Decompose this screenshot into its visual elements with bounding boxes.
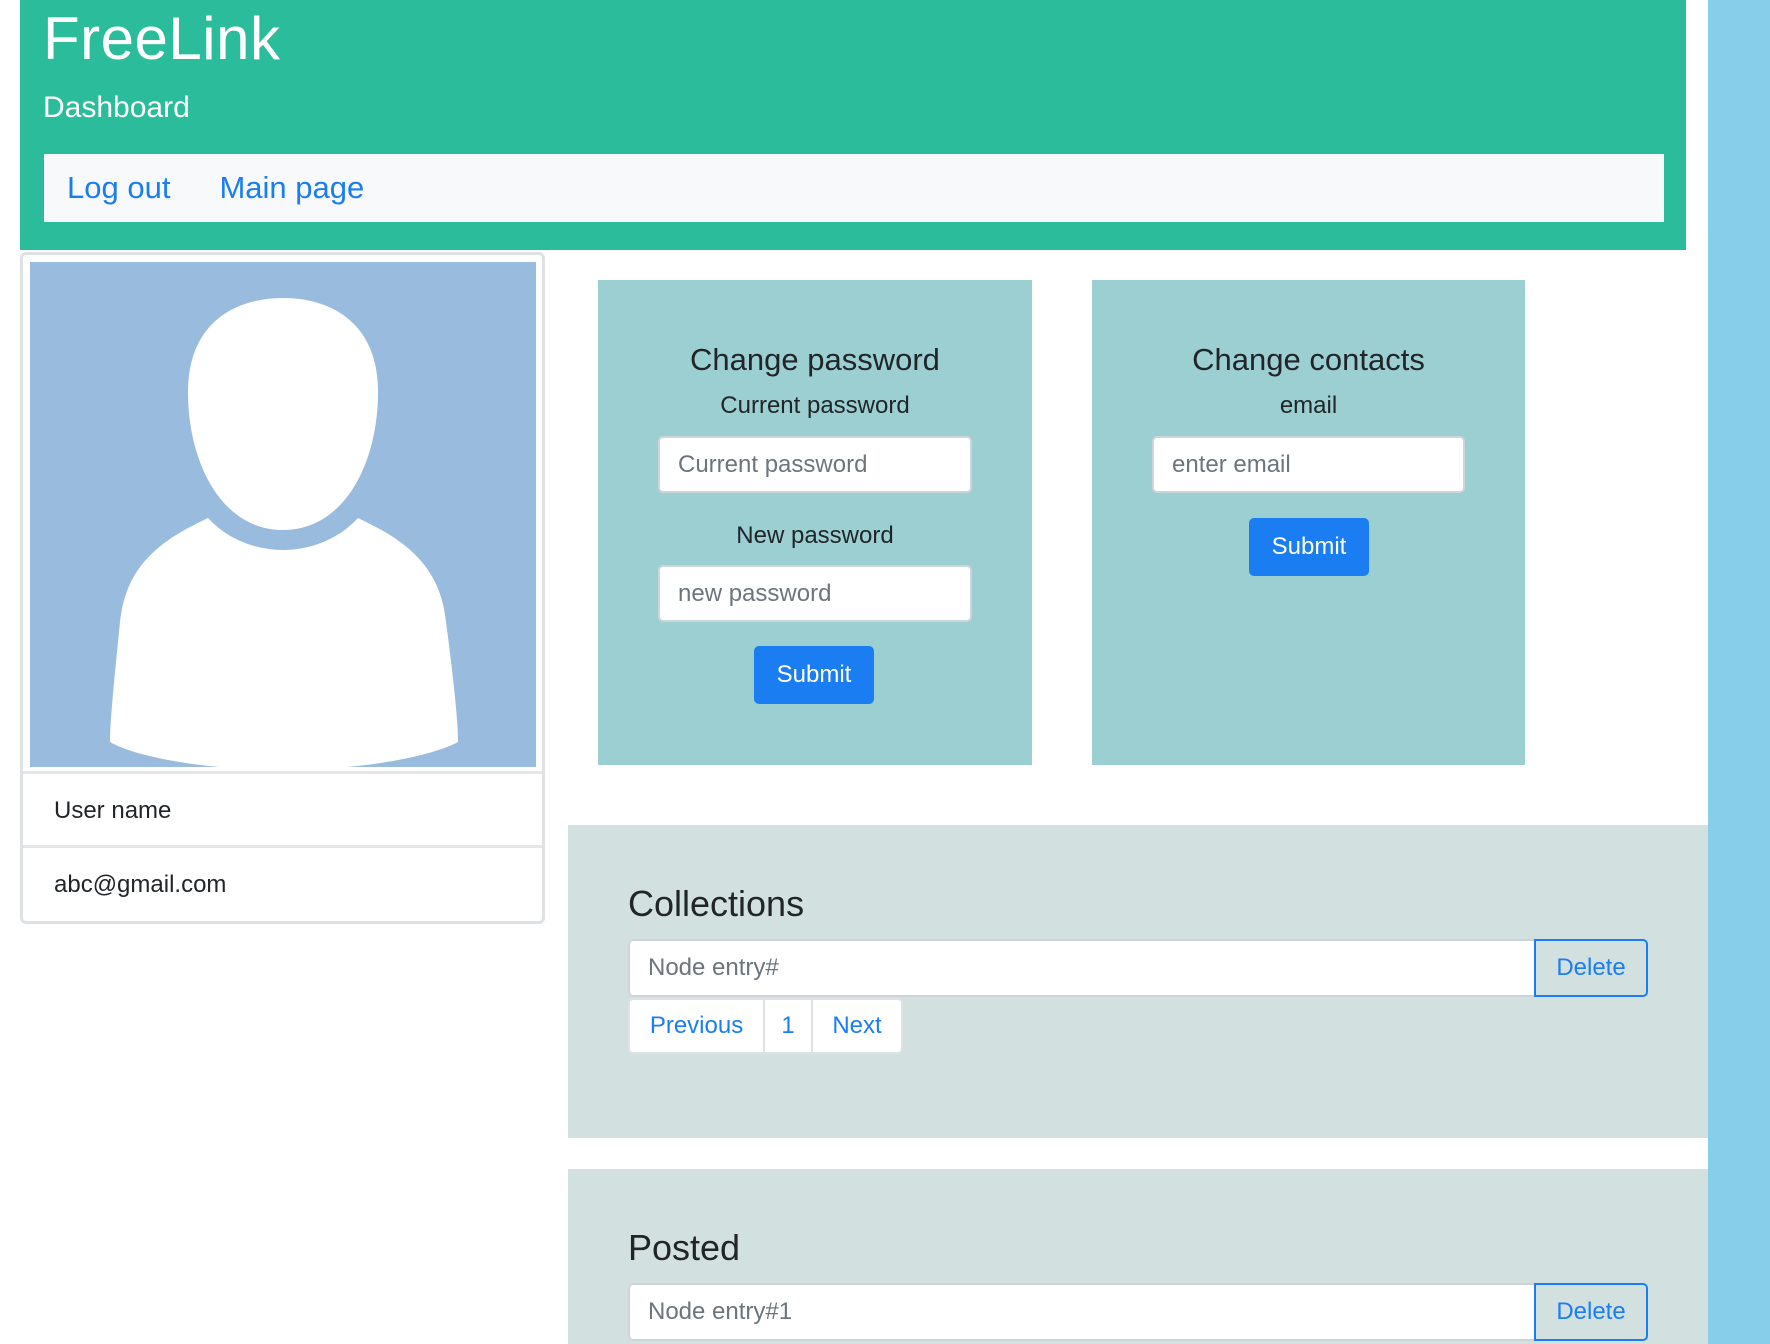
brand-title: FreeLink bbox=[43, 5, 281, 72]
logout-link[interactable]: Log out bbox=[67, 170, 170, 206]
divider bbox=[23, 771, 542, 774]
profile-username: User name bbox=[54, 797, 172, 824]
collections-section: Collections Delete Previous 1 Next bbox=[568, 825, 1708, 1138]
posted-section: Posted Delete bbox=[568, 1169, 1708, 1344]
change-password-card: Change password Current password New pas… bbox=[598, 280, 1032, 765]
contacts-submit-button[interactable]: Submit bbox=[1249, 518, 1369, 576]
collection-delete-button[interactable]: Delete bbox=[1534, 939, 1648, 997]
posted-delete-button[interactable]: Delete bbox=[1534, 1283, 1648, 1341]
collection-entry-input[interactable] bbox=[628, 939, 1534, 997]
posted-entry-input[interactable] bbox=[628, 1283, 1534, 1341]
pagination-page-1[interactable]: 1 bbox=[763, 998, 813, 1054]
pagination-previous[interactable]: Previous bbox=[628, 998, 765, 1054]
collection-entry-row: Delete bbox=[628, 939, 1648, 997]
right-side-strip bbox=[1708, 0, 1770, 1344]
password-submit-button[interactable]: Submit bbox=[754, 646, 874, 704]
change-password-title: Change password bbox=[690, 342, 940, 377]
current-password-input[interactable] bbox=[658, 436, 972, 493]
navbar: Log out Main page bbox=[44, 154, 1664, 222]
new-password-label: New password bbox=[736, 522, 894, 549]
collections-title: Collections bbox=[628, 883, 805, 924]
new-password-input[interactable] bbox=[658, 565, 972, 622]
collections-pagination: Previous 1 Next bbox=[628, 998, 903, 1054]
header: FreeLink Dashboard Log out Main page bbox=[20, 0, 1686, 250]
profile-email: abc@gmail.com bbox=[54, 871, 227, 898]
posted-title: Posted bbox=[628, 1227, 741, 1268]
current-password-label: Current password bbox=[720, 392, 910, 419]
change-contacts-card: Change contacts email Submit bbox=[1092, 280, 1525, 765]
page-subtitle: Dashboard bbox=[43, 91, 190, 124]
divider bbox=[23, 845, 542, 848]
user-silhouette-icon bbox=[110, 298, 458, 767]
pagination-next[interactable]: Next bbox=[811, 998, 903, 1054]
email-input[interactable] bbox=[1152, 436, 1465, 493]
posted-entry-row: Delete bbox=[628, 1283, 1648, 1341]
profile-card: User name abc@gmail.com bbox=[20, 252, 545, 924]
avatar bbox=[30, 262, 536, 767]
main-page-link[interactable]: Main page bbox=[219, 170, 364, 206]
change-contacts-title: Change contacts bbox=[1192, 342, 1425, 377]
email-label: email bbox=[1279, 392, 1338, 419]
